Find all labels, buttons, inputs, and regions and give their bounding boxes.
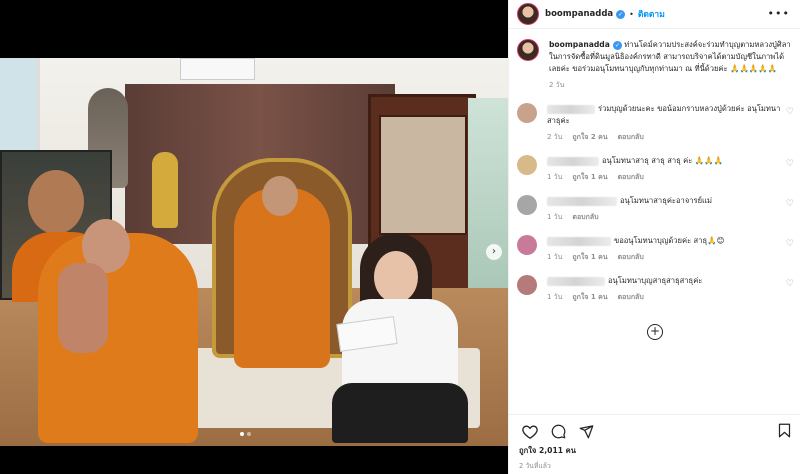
monk-left-arm [58, 263, 108, 353]
comment-body: อนุโมทนาสาธุค่ะอาจารย์แม่ 1 วัน ตอบกลับ [547, 195, 783, 223]
next-image-button[interactable]: › [486, 244, 502, 260]
comment-item: อนุโมทนาสาธุ สาธุ สาธุ ค่ะ 🙏🙏🙏 1 วัน ถูกใ… [509, 155, 800, 183]
author-username[interactable]: boompanadda [545, 9, 613, 19]
comment-time: 1 วัน [547, 213, 563, 221]
reply-button[interactable]: ตอบกลับ [618, 253, 644, 261]
comment-body: อนุโมทนาบุญสาธุสาธุสาธุค่ะ 1 วัน ถูกใจ 1 … [547, 275, 783, 303]
photo-monk-seated [234, 176, 330, 368]
comment-item: อนุโมทนาสาธุค่ะอาจารย์แม่ 1 วัน ตอบกลับ ♡ [509, 195, 800, 223]
comment-like-heart-icon[interactable]: ♡ [786, 279, 794, 289]
comment-body: ขออนุโมทนาบุญด้วยค่ะ สาธุ🙏😊 1 วัน ถูกใจ 1… [547, 235, 783, 263]
carousel-dots [240, 432, 251, 436]
comment-likes[interactable]: ถูกใจ 1 คน [572, 293, 607, 301]
comment-like-heart-icon[interactable]: ♡ [786, 199, 794, 209]
post-actions: ถูกใจ 2,011 คน 2 วันที่แล้ว [509, 414, 800, 474]
woman-face [374, 251, 418, 303]
verified-badge-icon: ✓ [616, 9, 626, 19]
comment-like-heart-icon[interactable]: ♡ [786, 239, 794, 249]
comment-body: อนุโมทนาสาธุ สาธุ สาธุ ค่ะ 🙏🙏🙏 1 วัน ถูกใ… [547, 155, 783, 183]
comment-time: 1 วัน [547, 173, 563, 181]
post-photo [0, 58, 508, 446]
comment-item: ขออนุโมทนาบุญด้วยค่ะ สาธุ🙏😊 1 วัน ถูกใจ 1… [509, 235, 800, 263]
reply-button[interactable]: ตอบกลับ [618, 293, 644, 301]
caption-avatar[interactable] [517, 39, 539, 61]
photo-monk-left [38, 219, 198, 443]
author-avatar[interactable] [517, 3, 539, 25]
photo-plant [468, 98, 508, 298]
comment-item: ร่วมบุญด้วยนะคะ ขอน้อมกราบหลวงปู่ด้วยค่ะ… [509, 103, 800, 143]
photo-air-conditioner [180, 58, 255, 80]
commenter-username-blurred[interactable] [547, 104, 595, 114]
comment-meta: 1 วัน ถูกใจ 1 คน ตอบกลับ [547, 251, 783, 263]
header-separator: • [629, 9, 634, 19]
comment-text: อนุโมทนาบุญสาธุสาธุสาธุค่ะ [608, 276, 703, 285]
share-icon[interactable] [575, 423, 597, 439]
caption-body: boompanadda ✓ ท่านโดม์ความประสงค์จะร่วมทำ… [549, 39, 792, 91]
comment-time: 1 วัน [547, 253, 563, 261]
post-sidebar: boompanadda ✓ • ติดตาม ••• boompanadda ✓ … [508, 0, 800, 474]
photo-cabinet-glass [379, 115, 467, 235]
commenter-username-blurred[interactable] [547, 276, 605, 286]
caption-username[interactable]: boompanadda [549, 40, 610, 49]
comment-text: ขออนุโมทนาบุญด้วยค่ะ สาธุ🙏😊 [614, 236, 725, 245]
follow-button[interactable]: ติดตาม [638, 7, 665, 21]
caption-time: 2 วัน [549, 81, 565, 89]
comment-meta: 1 วัน ถูกใจ 1 คน ตอบกลับ [547, 171, 783, 183]
more-options-icon[interactable]: ••• [768, 7, 790, 20]
comment-text: อนุโมทนาสาธุ สาธุ สาธุ ค่ะ 🙏🙏🙏 [602, 156, 724, 165]
carousel-dot [240, 432, 244, 436]
comment-likes[interactable]: ถูกใจ 1 คน [572, 253, 607, 261]
comment-time: 2 วัน [547, 133, 563, 141]
woman-pants [332, 383, 468, 443]
commenter-username-blurred[interactable] [547, 156, 599, 166]
comment-time: 1 วัน [547, 293, 563, 301]
commenter-avatar[interactable] [517, 275, 537, 295]
comment-icon[interactable] [547, 423, 569, 439]
verified-badge-icon: ✓ [612, 40, 622, 50]
photo-gold-statue [152, 152, 178, 228]
post-date: 2 วันที่แล้ว [519, 462, 551, 470]
commenter-username-blurred[interactable] [547, 196, 617, 206]
action-icons [509, 415, 800, 439]
commenter-username-blurred[interactable] [547, 236, 611, 246]
comment-meta: 1 วัน ตอบกลับ [547, 211, 783, 223]
comment-likes[interactable]: ถูกใจ 2 คน [572, 133, 607, 141]
post-media[interactable]: › [0, 0, 508, 474]
monk-seated-head [262, 176, 298, 216]
comment-item: อนุโมทนาบุญสาธุสาธุสาธุค่ะ 1 วัน ถูกใจ 1 … [509, 275, 800, 303]
commenter-avatar[interactable] [517, 235, 537, 255]
commenter-avatar[interactable] [517, 103, 537, 123]
comment-body: ร่วมบุญด้วยนะคะ ขอน้อมกราบหลวงปู่ด้วยค่ะ… [547, 103, 783, 143]
likes-count[interactable]: ถูกใจ 2,011 คน [509, 439, 800, 457]
reply-button[interactable]: ตอบกลับ [572, 213, 598, 221]
post-caption: boompanadda ✓ ท่านโดม์ความประสงค์จะร่วมทำ… [509, 29, 800, 91]
comment-meta: 2 วัน ถูกใจ 2 คน ตอบกลับ [547, 131, 783, 143]
bookmark-icon[interactable] [778, 423, 791, 442]
plus-circle-icon[interactable]: + [647, 324, 663, 340]
post-header: boompanadda ✓ • ติดตาม ••• [509, 0, 800, 29]
comment-like-heart-icon[interactable]: ♡ [786, 107, 794, 117]
commenter-avatar[interactable] [517, 155, 537, 175]
reply-button[interactable]: ตอบกลับ [618, 173, 644, 181]
heart-icon[interactable] [519, 423, 541, 439]
painting-face [28, 170, 84, 234]
carousel-dot [247, 432, 251, 436]
comment-meta: 1 วัน ถูกใจ 1 คน ตอบกลับ [547, 291, 783, 303]
commenter-avatar[interactable] [517, 195, 537, 215]
reply-button[interactable]: ตอบกลับ [618, 133, 644, 141]
caption-meta: 2 วัน [549, 79, 792, 91]
comment-text: อนุโมทนาสาธุค่ะอาจารย์แม่ [620, 196, 712, 205]
comment-like-heart-icon[interactable]: ♡ [786, 159, 794, 169]
comment-likes[interactable]: ถูกใจ 1 คน [572, 173, 607, 181]
